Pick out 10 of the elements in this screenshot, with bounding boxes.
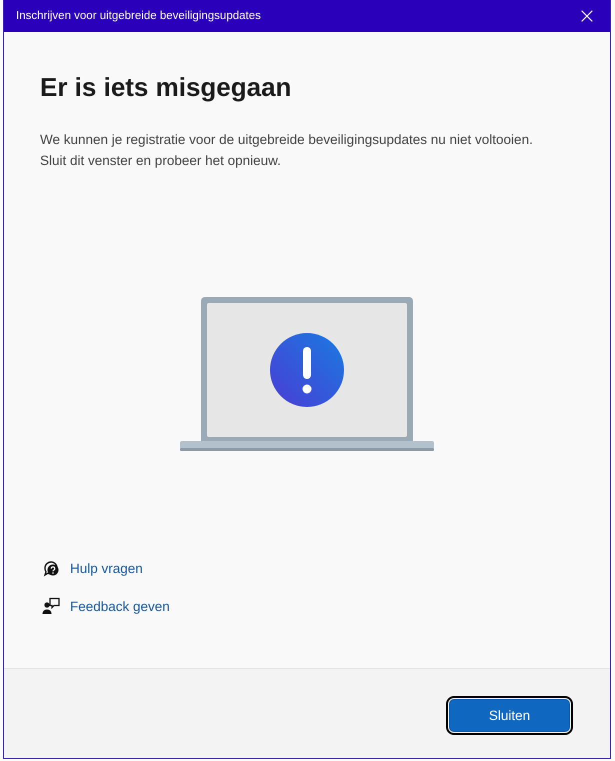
feedback-link[interactable]: Feedback geven [70, 598, 170, 614]
error-message: Sluit dit venster en probeer het opnieuw. [40, 152, 282, 170]
close-dialog-button[interactable]: Sluiten [449, 699, 570, 732]
help-icon [42, 559, 60, 577]
close-button[interactable]: × [564, 0, 610, 32]
help-link[interactable]: Hulp vragen [70, 560, 143, 576]
window-title: Inschrijven voor uitgebreide beveiligingsupdates [16, 10, 261, 22]
error-message: We kunnen je registratie voor de uitgebreide beveiligingsupdates nu niet voltooien. [40, 131, 534, 149]
error-heading: Er is iets misgegaan [40, 72, 292, 103]
feedback-icon [42, 597, 60, 615]
